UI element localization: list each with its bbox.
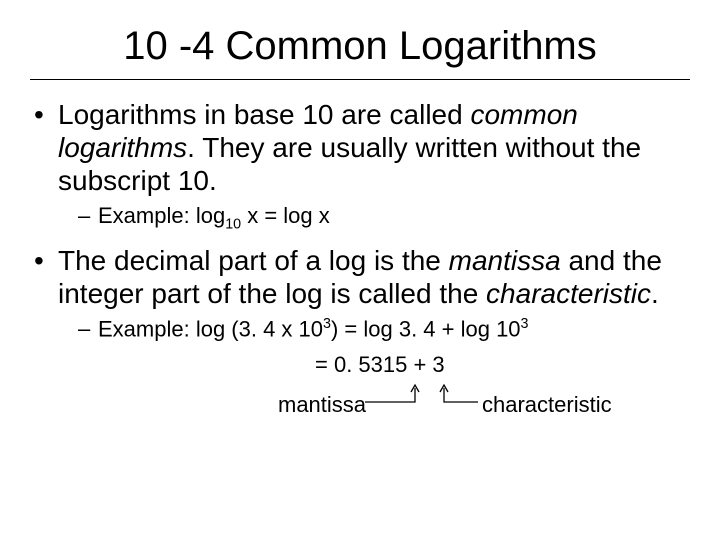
superscript-3: 3 xyxy=(323,316,331,332)
example-result: = 0. 5315 + 3 xyxy=(30,352,690,378)
text: log xyxy=(196,203,225,228)
text: x = log x xyxy=(241,203,330,228)
slide: 10 -4 Common Logarithms Logarithms in ba… xyxy=(0,0,720,540)
subscript-10: 10 xyxy=(225,216,241,232)
example-log10: Example: log10 x = log x xyxy=(30,203,690,234)
superscript-3: 3 xyxy=(521,316,529,332)
bullet-mantissa-characteristic: The decimal part of a log is the mantiss… xyxy=(30,244,690,310)
example-label: Example: xyxy=(98,203,196,228)
text: log (3. 4 x 10 xyxy=(196,316,323,341)
annotation-row: mantissa characteristic xyxy=(30,384,690,424)
term-mantissa: mantissa xyxy=(449,245,561,276)
bullet-common-logs: Logarithms in base 10 are called common … xyxy=(30,98,690,197)
label-mantissa: mantissa xyxy=(278,392,366,418)
example-label: Example: xyxy=(98,316,196,341)
text: Logarithms in base 10 are called xyxy=(58,99,470,130)
term-characteristic: characteristic xyxy=(486,278,651,309)
label-characteristic: characteristic xyxy=(482,392,612,418)
text: ) = log 3. 4 + log 10 xyxy=(331,316,521,341)
text: . xyxy=(651,278,659,309)
slide-title: 10 -4 Common Logarithms xyxy=(30,18,690,80)
text: The decimal part of a log is the xyxy=(58,245,449,276)
arrow-to-mantissa xyxy=(365,382,425,402)
example-mantissa: Example: log (3. 4 x 103) = log 3. 4 + l… xyxy=(30,316,690,343)
